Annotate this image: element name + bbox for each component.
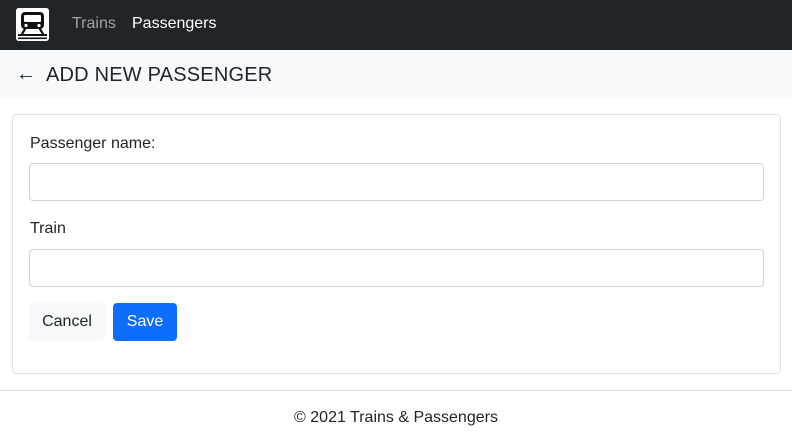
- train-icon[interactable]: [16, 8, 49, 41]
- passenger-form-card: Passenger name: Train Cancel Save: [12, 114, 781, 374]
- save-button[interactable]: Save: [113, 303, 177, 341]
- passenger-name-input[interactable]: [29, 163, 764, 201]
- page-header: ← ADD NEW PASSENGER: [0, 50, 792, 98]
- page-title: ADD NEW PASSENGER: [46, 64, 273, 86]
- footer-divider: [0, 390, 792, 391]
- top-navbar: Trains Passengers: [0, 0, 792, 50]
- train-input[interactable]: [29, 249, 764, 287]
- passenger-name-label: Passenger name:: [30, 135, 156, 152]
- back-arrow-icon[interactable]: ←: [16, 62, 36, 86]
- nav-link-trains[interactable]: Trains: [72, 14, 116, 34]
- train-label: Train: [30, 220, 66, 237]
- cancel-button[interactable]: Cancel: [29, 303, 105, 341]
- footer-copyright: © 2021 Trains & Passengers: [294, 409, 498, 426]
- nav-link-passengers[interactable]: Passengers: [132, 14, 217, 34]
